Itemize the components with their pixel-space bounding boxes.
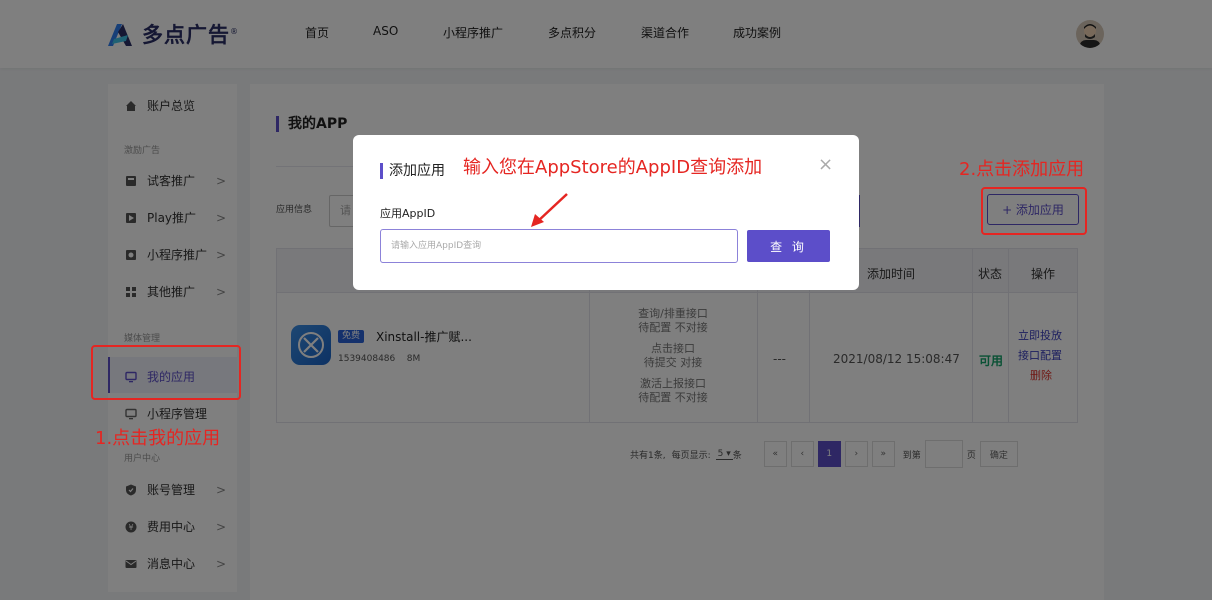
annotation-step2: 2.点击添加应用 bbox=[959, 159, 1085, 180]
query-button[interactable]: 查 询 bbox=[747, 230, 830, 262]
annotation-box-add-app bbox=[981, 187, 1087, 235]
appid-input[interactable]: 请输入应用AppID查询 bbox=[380, 229, 738, 263]
annotation-box-my-app bbox=[91, 345, 241, 400]
annotation-arrow-icon bbox=[531, 193, 568, 227]
dialog-title: 添加应用 bbox=[380, 163, 445, 179]
appid-label: 应用AppID bbox=[380, 207, 436, 220]
close-icon[interactable]: × bbox=[818, 154, 833, 175]
annotation-hint: 输入您在AppStore的AppID查询添加 bbox=[463, 157, 763, 178]
annotation-step1: 1.点击我的应用 bbox=[95, 428, 221, 449]
modal-overlay[interactable] bbox=[0, 0, 1212, 600]
